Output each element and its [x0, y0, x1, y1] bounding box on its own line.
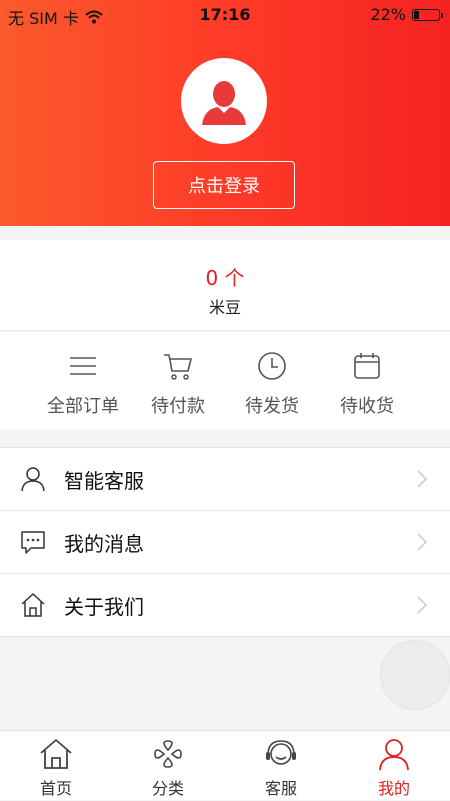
menu-item-about-us[interactable]: 关于我们 [0, 574, 450, 637]
points-panel[interactable]: 0 个 米豆 [0, 240, 450, 330]
battery-level [414, 10, 420, 19]
battery-icon [412, 8, 443, 21]
chevron-right-icon [417, 470, 428, 488]
tab-mine[interactable]: 我的 [338, 731, 450, 801]
pending-receipt-button[interactable]: 待收货 [311, 332, 423, 430]
divider [0, 330, 450, 331]
floating-assistive-button[interactable] [380, 640, 450, 710]
login-button[interactable]: 点击登录 [153, 161, 295, 209]
message-icon [21, 531, 45, 554]
points-label: 米豆 [208, 298, 241, 317]
list-icon [70, 357, 96, 375]
headset-icon [266, 740, 296, 765]
tab-label: 我的 [377, 779, 410, 798]
status-bar: 无 SIM 卡 17:16 22% [0, 0, 450, 30]
profile-header: 无 SIM 卡 17:16 22% 点击登录 [0, 0, 450, 226]
menu-item-label: 智能客服 [64, 469, 144, 493]
default-avatar-icon [202, 81, 246, 125]
menu-item-smart-service[interactable]: 智能客服 [0, 447, 450, 511]
tab-label: 首页 [39, 779, 72, 798]
menu-item-label: 我的消息 [64, 532, 144, 556]
home-icon [40, 739, 72, 769]
tab-home[interactable]: 首页 [0, 731, 112, 801]
tab-label: 客服 [264, 779, 297, 798]
tab-label: 分类 [151, 779, 184, 798]
tab-category[interactable]: 分类 [112, 731, 224, 801]
chevron-right-icon [417, 596, 428, 614]
category-icon [154, 740, 182, 768]
menu-item-label: 关于我们 [64, 595, 144, 619]
home-icon [21, 593, 45, 617]
settings-menu: 智能客服 我的消息 关于我们 [0, 447, 450, 637]
menu-item-my-messages[interactable]: 我的消息 [0, 511, 450, 574]
battery-percent: 22% [370, 5, 406, 24]
person-icon [21, 467, 45, 492]
user-icon [379, 739, 409, 771]
order-label: 待收货 [340, 396, 394, 417]
order-shortcuts: 全部订单 待付款 待发货 待收货 [0, 332, 450, 430]
points-value: 0 个 [205, 266, 245, 290]
clock-icon [258, 352, 286, 380]
chevron-right-icon [417, 533, 428, 551]
cart-icon [164, 354, 192, 380]
calendar-icon [354, 353, 380, 379]
bottom-tab-bar: 首页 分类 客服 我的 [0, 730, 450, 800]
tab-customer-service[interactable]: 客服 [225, 731, 337, 801]
avatar[interactable] [181, 58, 267, 144]
